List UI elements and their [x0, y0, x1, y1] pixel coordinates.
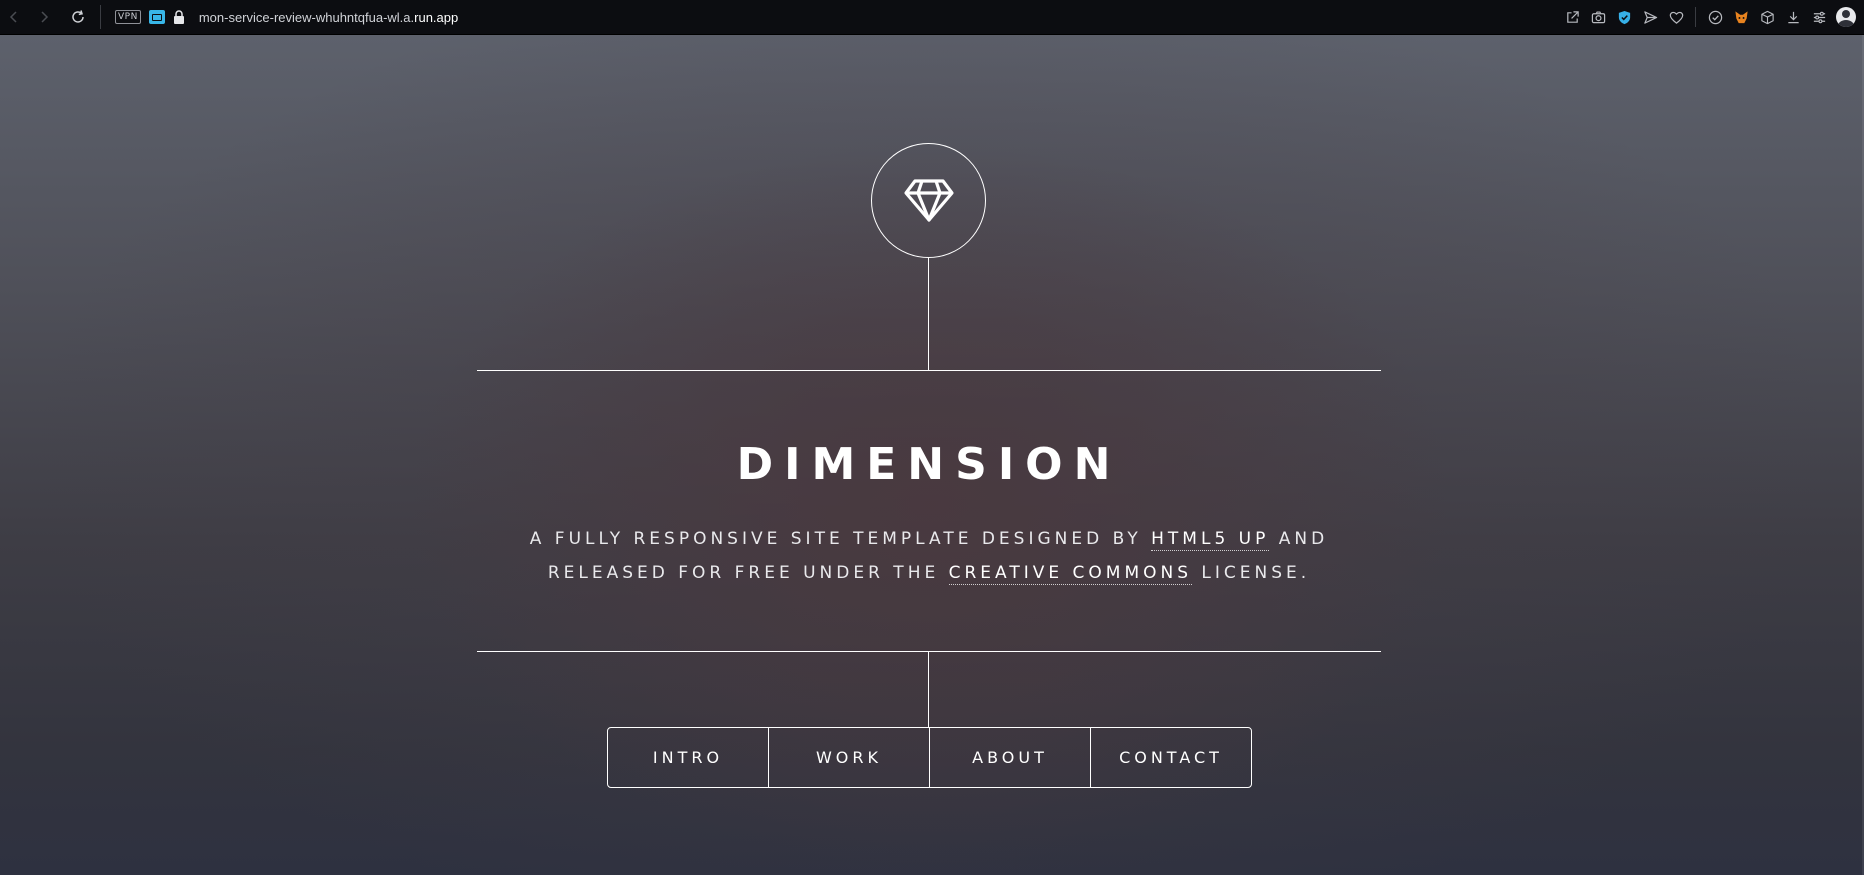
- download-icon[interactable]: [1784, 8, 1802, 26]
- tagline-text: LICENSE.: [1192, 563, 1311, 583]
- shield-icon[interactable]: [1615, 8, 1633, 26]
- main-nav: INTRO WORK ABOUT CONTACT: [607, 727, 1252, 788]
- connector-line-top: [928, 258, 929, 370]
- send-icon[interactable]: [1641, 8, 1659, 26]
- address-bar[interactable]: mon-service-review-whuhntqfua-wl.a.run.a…: [199, 10, 458, 25]
- lock-icon[interactable]: [173, 10, 185, 24]
- cube-icon[interactable]: [1758, 8, 1776, 26]
- nav-item-about[interactable]: ABOUT: [929, 728, 1090, 787]
- creative-commons-link[interactable]: CREATIVE COMMONS: [948, 563, 1193, 585]
- toolbar-divider: [1695, 7, 1696, 27]
- logo: [871, 143, 986, 258]
- metamask-fox-icon[interactable]: [1732, 8, 1750, 26]
- site-tagline: A FULLY RESPONSIVE SITE TEMPLATE DESIGNE…: [477, 522, 1381, 590]
- share-icon[interactable]: [1563, 8, 1581, 26]
- toolbar-divider: [100, 5, 101, 29]
- heart-icon[interactable]: [1667, 8, 1685, 26]
- url-domain: run.app: [414, 9, 459, 25]
- reload-icon: [72, 10, 84, 23]
- site-title: DIMENSION: [736, 439, 1122, 490]
- nav-item-contact[interactable]: CONTACT: [1090, 728, 1251, 787]
- back-button[interactable]: [2, 5, 26, 29]
- tagline-text: A FULLY RESPONSIVE SITE TEMPLATE DESIGNE…: [529, 529, 1152, 549]
- divider-top: [477, 370, 1381, 371]
- nav-item-work[interactable]: WORK: [768, 728, 929, 787]
- connector-line-bottom: [928, 651, 929, 727]
- url-prefix: mon-service-review-whuhntqfua-wl.a.: [198, 9, 415, 25]
- divider-bottom: [477, 651, 1381, 652]
- site-tab-icon[interactable]: [148, 10, 165, 24]
- toolbar-actions: [1563, 7, 1864, 27]
- forward-button[interactable]: [32, 5, 56, 29]
- chevron-right-icon: [41, 11, 49, 23]
- html5up-link[interactable]: HTML5 UP: [1151, 529, 1270, 551]
- browser-toolbar: VPN mon-service-review-whuhntqfua-wl.a.r…: [0, 0, 1864, 35]
- diamond-icon: [903, 178, 954, 222]
- vpn-badge[interactable]: VPN: [115, 10, 141, 24]
- check-circle-icon[interactable]: [1706, 8, 1724, 26]
- chevron-left-icon: [9, 11, 17, 23]
- camera-icon[interactable]: [1589, 8, 1607, 26]
- nav-item-intro[interactable]: INTRO: [608, 728, 768, 787]
- reload-button[interactable]: [66, 5, 90, 29]
- menu-settings-icon[interactable]: [1810, 8, 1828, 26]
- profile-avatar[interactable]: [1836, 7, 1856, 27]
